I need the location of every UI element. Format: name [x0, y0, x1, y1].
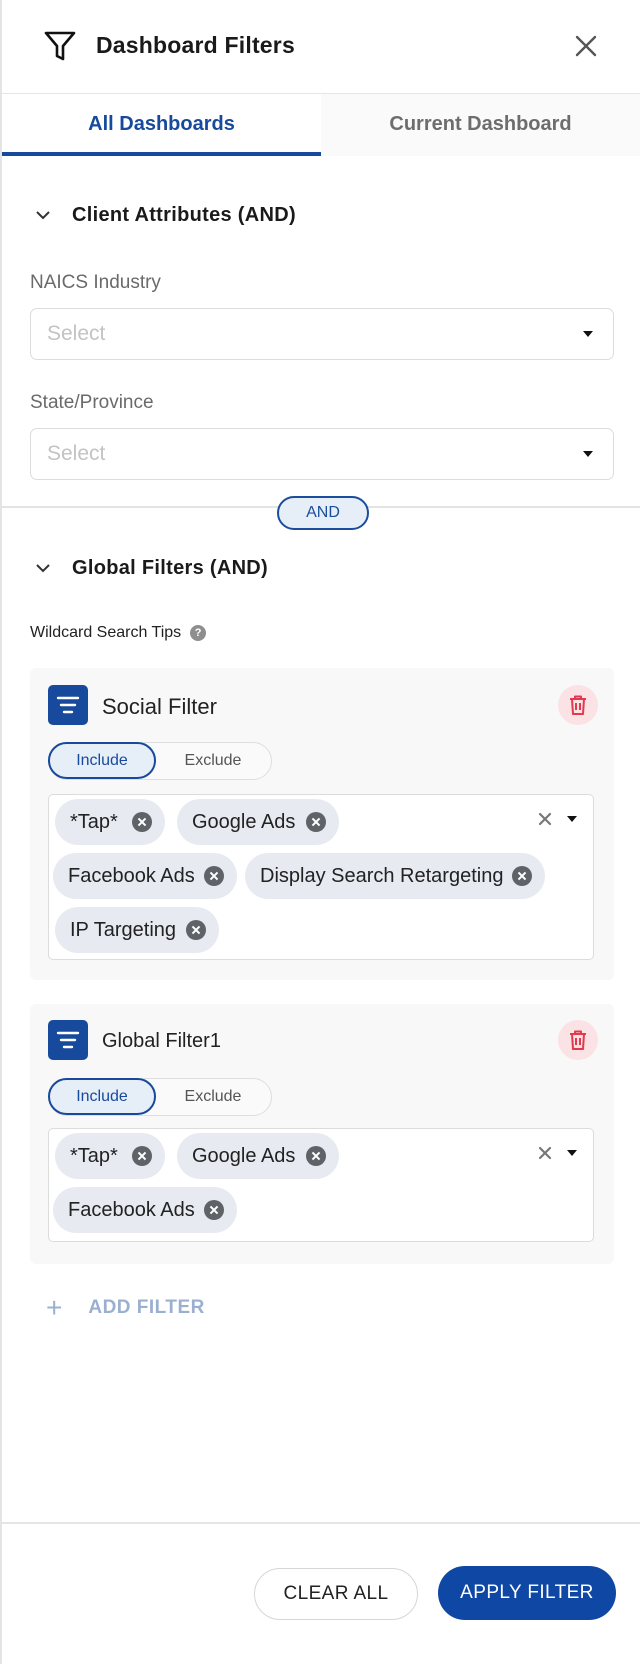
plus-icon: +: [46, 1292, 63, 1323]
section-title: Client Attributes (AND): [72, 203, 296, 226]
remove-chip-icon[interactable]: [132, 812, 152, 832]
chip: Google Ads: [177, 1133, 339, 1179]
clear-all-button[interactable]: CLEAR ALL: [254, 1568, 418, 1620]
caret-down-icon: [583, 331, 593, 337]
panel-header: Dashboard Filters: [2, 0, 640, 94]
chip: *Tap*: [55, 799, 165, 845]
chip-label: Facebook Ads: [68, 1199, 195, 1221]
caret-down-icon[interactable]: [567, 816, 577, 822]
chip-label: Facebook Ads: [68, 865, 195, 887]
filter-funnel-icon: [44, 31, 76, 61]
dashboard-filters-panel: Dashboard Filters All Dashboards Current…: [0, 0, 640, 1664]
filter-card-title: Global Filter1: [102, 1030, 221, 1052]
chip: Google Ads: [177, 799, 339, 845]
chip-label: IP Targeting: [70, 919, 177, 941]
delete-filter-button[interactable]: [558, 685, 598, 725]
chevron-down-icon: [36, 211, 50, 220]
wildcard-tips-label: Wildcard Search Tips: [30, 624, 182, 641]
global-filters-header[interactable]: Global Filters (AND): [34, 553, 268, 583]
tab-bar: All Dashboards Current Dashboard: [2, 94, 640, 156]
select-placeholder: Select: [47, 442, 106, 465]
include-exclude-toggle: Include Exclude: [48, 1078, 272, 1116]
naics-industry-label: NAICS Industry: [30, 272, 161, 293]
trash-icon: [570, 695, 586, 715]
exclude-option[interactable]: Exclude: [157, 1079, 269, 1114]
wildcard-search-tips[interactable]: Wildcard Search Tips ?: [30, 624, 207, 642]
remove-chip-icon[interactable]: [132, 1146, 152, 1166]
include-exclude-toggle: Include Exclude: [48, 742, 272, 780]
naics-industry-select[interactable]: Select: [30, 308, 614, 360]
section-title: Global Filters (AND): [72, 556, 269, 579]
client-attributes-header[interactable]: Client Attributes (AND): [34, 200, 296, 230]
add-filter-label: ADD FILTER: [88, 1297, 205, 1318]
remove-chip-icon[interactable]: [306, 1146, 326, 1166]
filter-lines-icon: [48, 1020, 88, 1060]
help-icon: ?: [190, 625, 207, 641]
state-province-label: State/Province: [30, 392, 154, 413]
tab-current-dashboard[interactable]: Current Dashboard: [321, 94, 640, 156]
add-filter-button[interactable]: + ADD FILTER: [46, 1294, 205, 1322]
tab-all-dashboards[interactable]: All Dashboards: [2, 94, 321, 156]
chip-select[interactable]: *Tap* Google Ads Facebook Ads: [48, 1128, 594, 1242]
clear-all-icon[interactable]: [537, 1145, 553, 1161]
apply-filter-button[interactable]: APPLY FILTER: [438, 1566, 616, 1620]
filter-card-title: Social Filter: [102, 694, 217, 719]
filter-lines-icon: [48, 685, 88, 725]
footer-divider: [2, 1522, 640, 1524]
and-connector-badge: AND: [277, 496, 369, 530]
remove-chip-icon[interactable]: [306, 812, 326, 832]
chip: IP Targeting: [55, 907, 219, 953]
close-icon[interactable]: [570, 30, 602, 62]
chip: Facebook Ads: [53, 1187, 237, 1233]
include-option[interactable]: Include: [48, 742, 156, 779]
chip-select[interactable]: *Tap* Google Ads Facebook Ads Display Se…: [48, 794, 594, 960]
chip: *Tap*: [55, 1133, 165, 1179]
remove-chip-icon[interactable]: [204, 1200, 224, 1220]
chip-label: Google Ads: [192, 1145, 296, 1167]
include-option[interactable]: Include: [48, 1078, 156, 1115]
remove-chip-icon[interactable]: [204, 866, 224, 886]
caret-down-icon[interactable]: [567, 1150, 577, 1156]
chevron-down-icon: [36, 564, 50, 573]
chip-label: Google Ads: [192, 811, 296, 833]
chip-label: *Tap*: [70, 1145, 118, 1167]
remove-chip-icon[interactable]: [186, 920, 206, 940]
panel-title: Dashboard Filters: [96, 32, 295, 58]
select-placeholder: Select: [47, 322, 106, 345]
state-province-select[interactable]: Select: [30, 428, 614, 480]
chip-label: Display Search Retargeting: [260, 865, 504, 887]
filter-card-global-1: Global Filter1 Include Exclude *Tap* Goo…: [30, 1004, 614, 1264]
clear-all-icon[interactable]: [537, 811, 553, 827]
delete-filter-button[interactable]: [558, 1020, 598, 1060]
chip: Display Search Retargeting: [245, 853, 545, 899]
chip-label: *Tap*: [70, 811, 118, 833]
remove-chip-icon[interactable]: [512, 866, 532, 886]
chip: Facebook Ads: [53, 853, 237, 899]
exclude-option[interactable]: Exclude: [157, 743, 269, 778]
trash-icon: [570, 1030, 586, 1050]
caret-down-icon: [583, 451, 593, 457]
filter-card-social: Social Filter Include Exclude *Tap* Goog…: [30, 668, 614, 980]
